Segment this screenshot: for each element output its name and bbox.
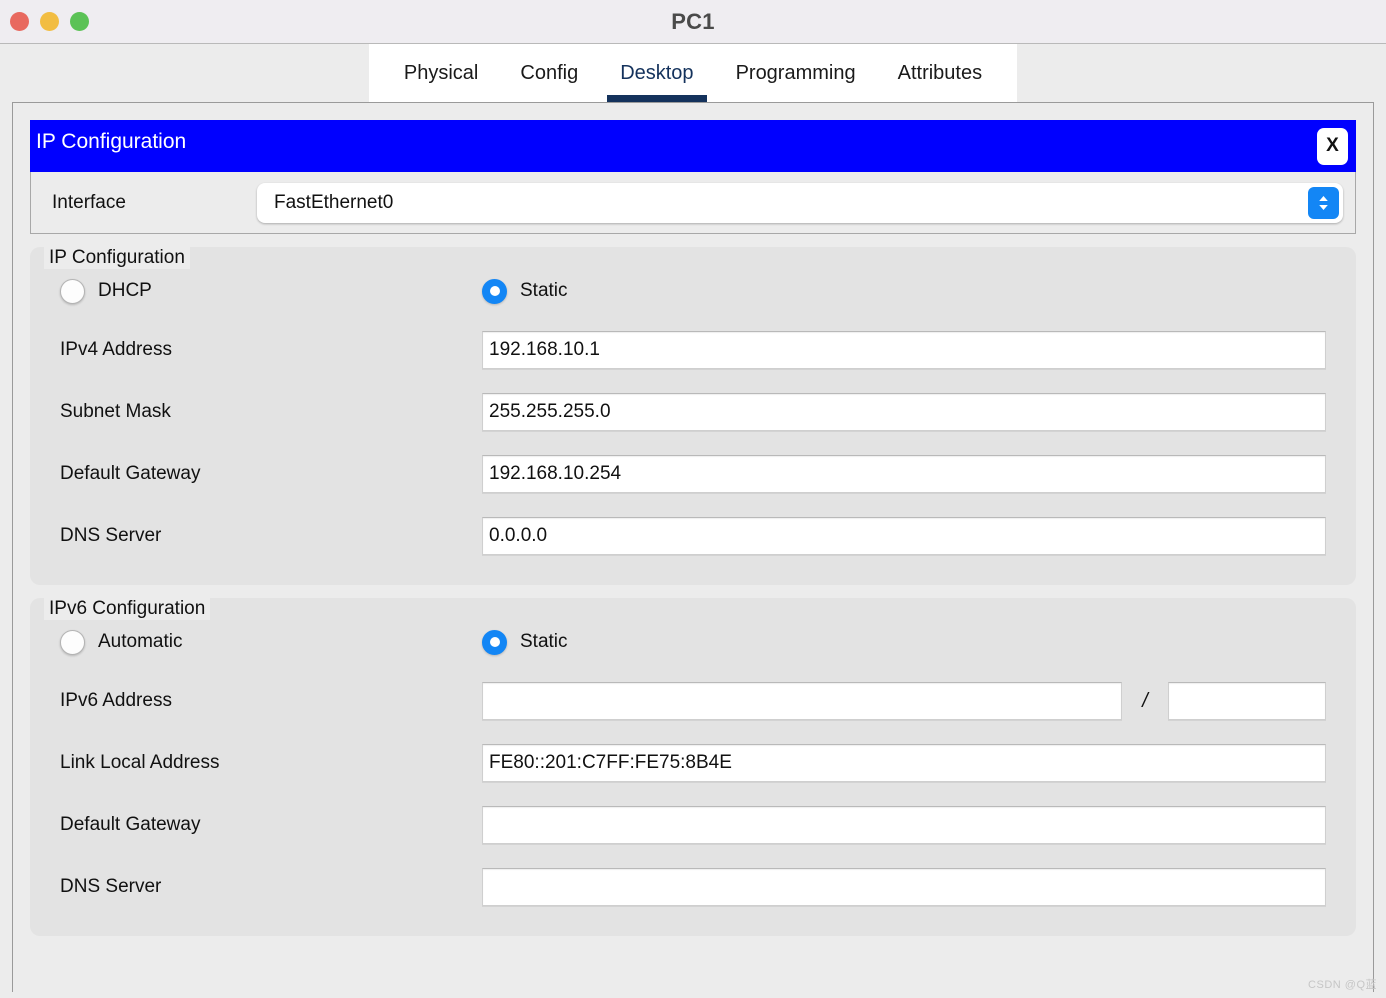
interface-select-value: FastEthernet0 (274, 191, 394, 213)
ipv6-address-input[interactable] (482, 682, 1122, 720)
desktop-panel: IP Configuration X Interface FastEtherne… (12, 102, 1374, 992)
window-titlebar: PC1 (0, 0, 1386, 44)
ipv6-mode-radio-row: Automatic Static (60, 614, 1326, 670)
ipv6-default-gateway-label: Default Gateway (60, 814, 201, 835)
ipv6-group-body: Automatic Static IPv6 Address / Link Loc… (30, 598, 1356, 936)
ipv4-dns-server-row: DNS Server 0.0.0.0 (60, 505, 1326, 567)
tab-desktop[interactable]: Desktop (599, 44, 714, 102)
ipv6-static-label: Static (520, 631, 568, 652)
ipv6-configuration-group: IPv6 Configuration Automatic Static IPv6… (30, 598, 1356, 936)
subnet-mask-row: Subnet Mask 255.255.255.0 (60, 381, 1326, 443)
ipv6-address-inputs: / (482, 682, 1326, 720)
maximize-window-button[interactable] (70, 12, 89, 31)
ipv6-prefix-input[interactable] (1168, 682, 1326, 720)
ipv6-prefix-separator: / (1142, 689, 1148, 712)
link-local-address-input[interactable]: FE80::201:C7FF:FE75:8B4E (482, 744, 1326, 782)
ipv4-address-input[interactable]: 192.168.10.1 (482, 331, 1326, 369)
ipv4-dns-server-input[interactable]: 0.0.0.0 (482, 517, 1326, 555)
dialog-title: IP Configuration (36, 129, 187, 153)
ipv6-address-row: IPv6 Address / (60, 670, 1326, 732)
subnet-mask-input[interactable]: 255.255.255.0 (482, 393, 1326, 431)
ipv6-dns-server-label: DNS Server (60, 876, 162, 897)
close-icon[interactable]: X (1317, 127, 1348, 165)
tabbar: Physical Config Desktop Programming Attr… (368, 44, 1018, 102)
interface-select[interactable]: FastEthernet0 (257, 182, 1343, 223)
ipv6-address-label: IPv6 Address (60, 690, 172, 711)
tabbar-container: Physical Config Desktop Programming Attr… (0, 44, 1386, 102)
ipv6-automatic-label: Automatic (98, 631, 183, 652)
chevron-up-down-icon[interactable] (1308, 186, 1339, 219)
tab-config[interactable]: Config (499, 44, 599, 102)
ipv6-group-legend: IPv6 Configuration (44, 598, 211, 620)
link-local-address-label: Link Local Address (60, 752, 220, 773)
ipv4-dhcp-radio[interactable] (60, 278, 85, 304)
ipv6-dns-server-row: DNS Server (60, 856, 1326, 918)
pc-config-window: PC1 Physical Config Desktop Programming … (0, 0, 1386, 998)
ipv4-default-gateway-label: Default Gateway (60, 463, 201, 484)
ipv6-static-radio-item[interactable]: Static (482, 629, 568, 655)
ipv4-dns-server-label: DNS Server (60, 525, 162, 546)
ipv4-group-body: DHCP Static IPv4 Address 192.168.10.1 Su… (30, 247, 1356, 585)
traffic-light-group (0, 12, 89, 31)
ipv6-default-gateway-input[interactable] (482, 806, 1326, 844)
ip-configuration-dialog-header: IP Configuration X (30, 120, 1356, 172)
window-title: PC1 (671, 8, 715, 34)
ipv6-static-radio[interactable] (482, 629, 507, 655)
ipv4-dhcp-radio-item[interactable]: DHCP (60, 278, 482, 304)
ipv4-static-label: Static (520, 280, 568, 301)
ipv6-dns-server-input[interactable] (482, 868, 1326, 906)
ipv4-address-row: IPv4 Address 192.168.10.1 (60, 319, 1326, 381)
ipv6-automatic-radio[interactable] (60, 629, 85, 655)
ipv4-group-legend: IP Configuration (44, 247, 190, 269)
ipv4-static-radio-item[interactable]: Static (482, 278, 568, 304)
ipv4-static-radio[interactable] (482, 278, 507, 304)
ipv4-address-label: IPv4 Address (60, 339, 172, 360)
interface-label: Interface (52, 191, 126, 213)
ipv4-default-gateway-input[interactable]: 192.168.10.254 (482, 455, 1326, 493)
ipv6-automatic-radio-item[interactable]: Automatic (60, 629, 482, 655)
subnet-mask-label: Subnet Mask (60, 401, 171, 422)
minimize-window-button[interactable] (40, 12, 59, 31)
close-window-button[interactable] (10, 12, 29, 31)
interface-row: Interface FastEthernet0 (30, 172, 1356, 234)
ipv4-mode-radio-row: DHCP Static (60, 263, 1326, 319)
tab-physical[interactable]: Physical (383, 44, 499, 102)
ipv4-dhcp-label: DHCP (98, 280, 152, 301)
ipv4-default-gateway-row: Default Gateway 192.168.10.254 (60, 443, 1326, 505)
ipv6-default-gateway-row: Default Gateway (60, 794, 1326, 856)
tab-programming[interactable]: Programming (715, 44, 877, 102)
tab-attributes[interactable]: Attributes (877, 44, 1003, 102)
link-local-address-row: Link Local Address FE80::201:C7FF:FE75:8… (60, 732, 1326, 794)
ipv4-configuration-group: IP Configuration DHCP Static IPv4 Addres… (30, 247, 1356, 585)
